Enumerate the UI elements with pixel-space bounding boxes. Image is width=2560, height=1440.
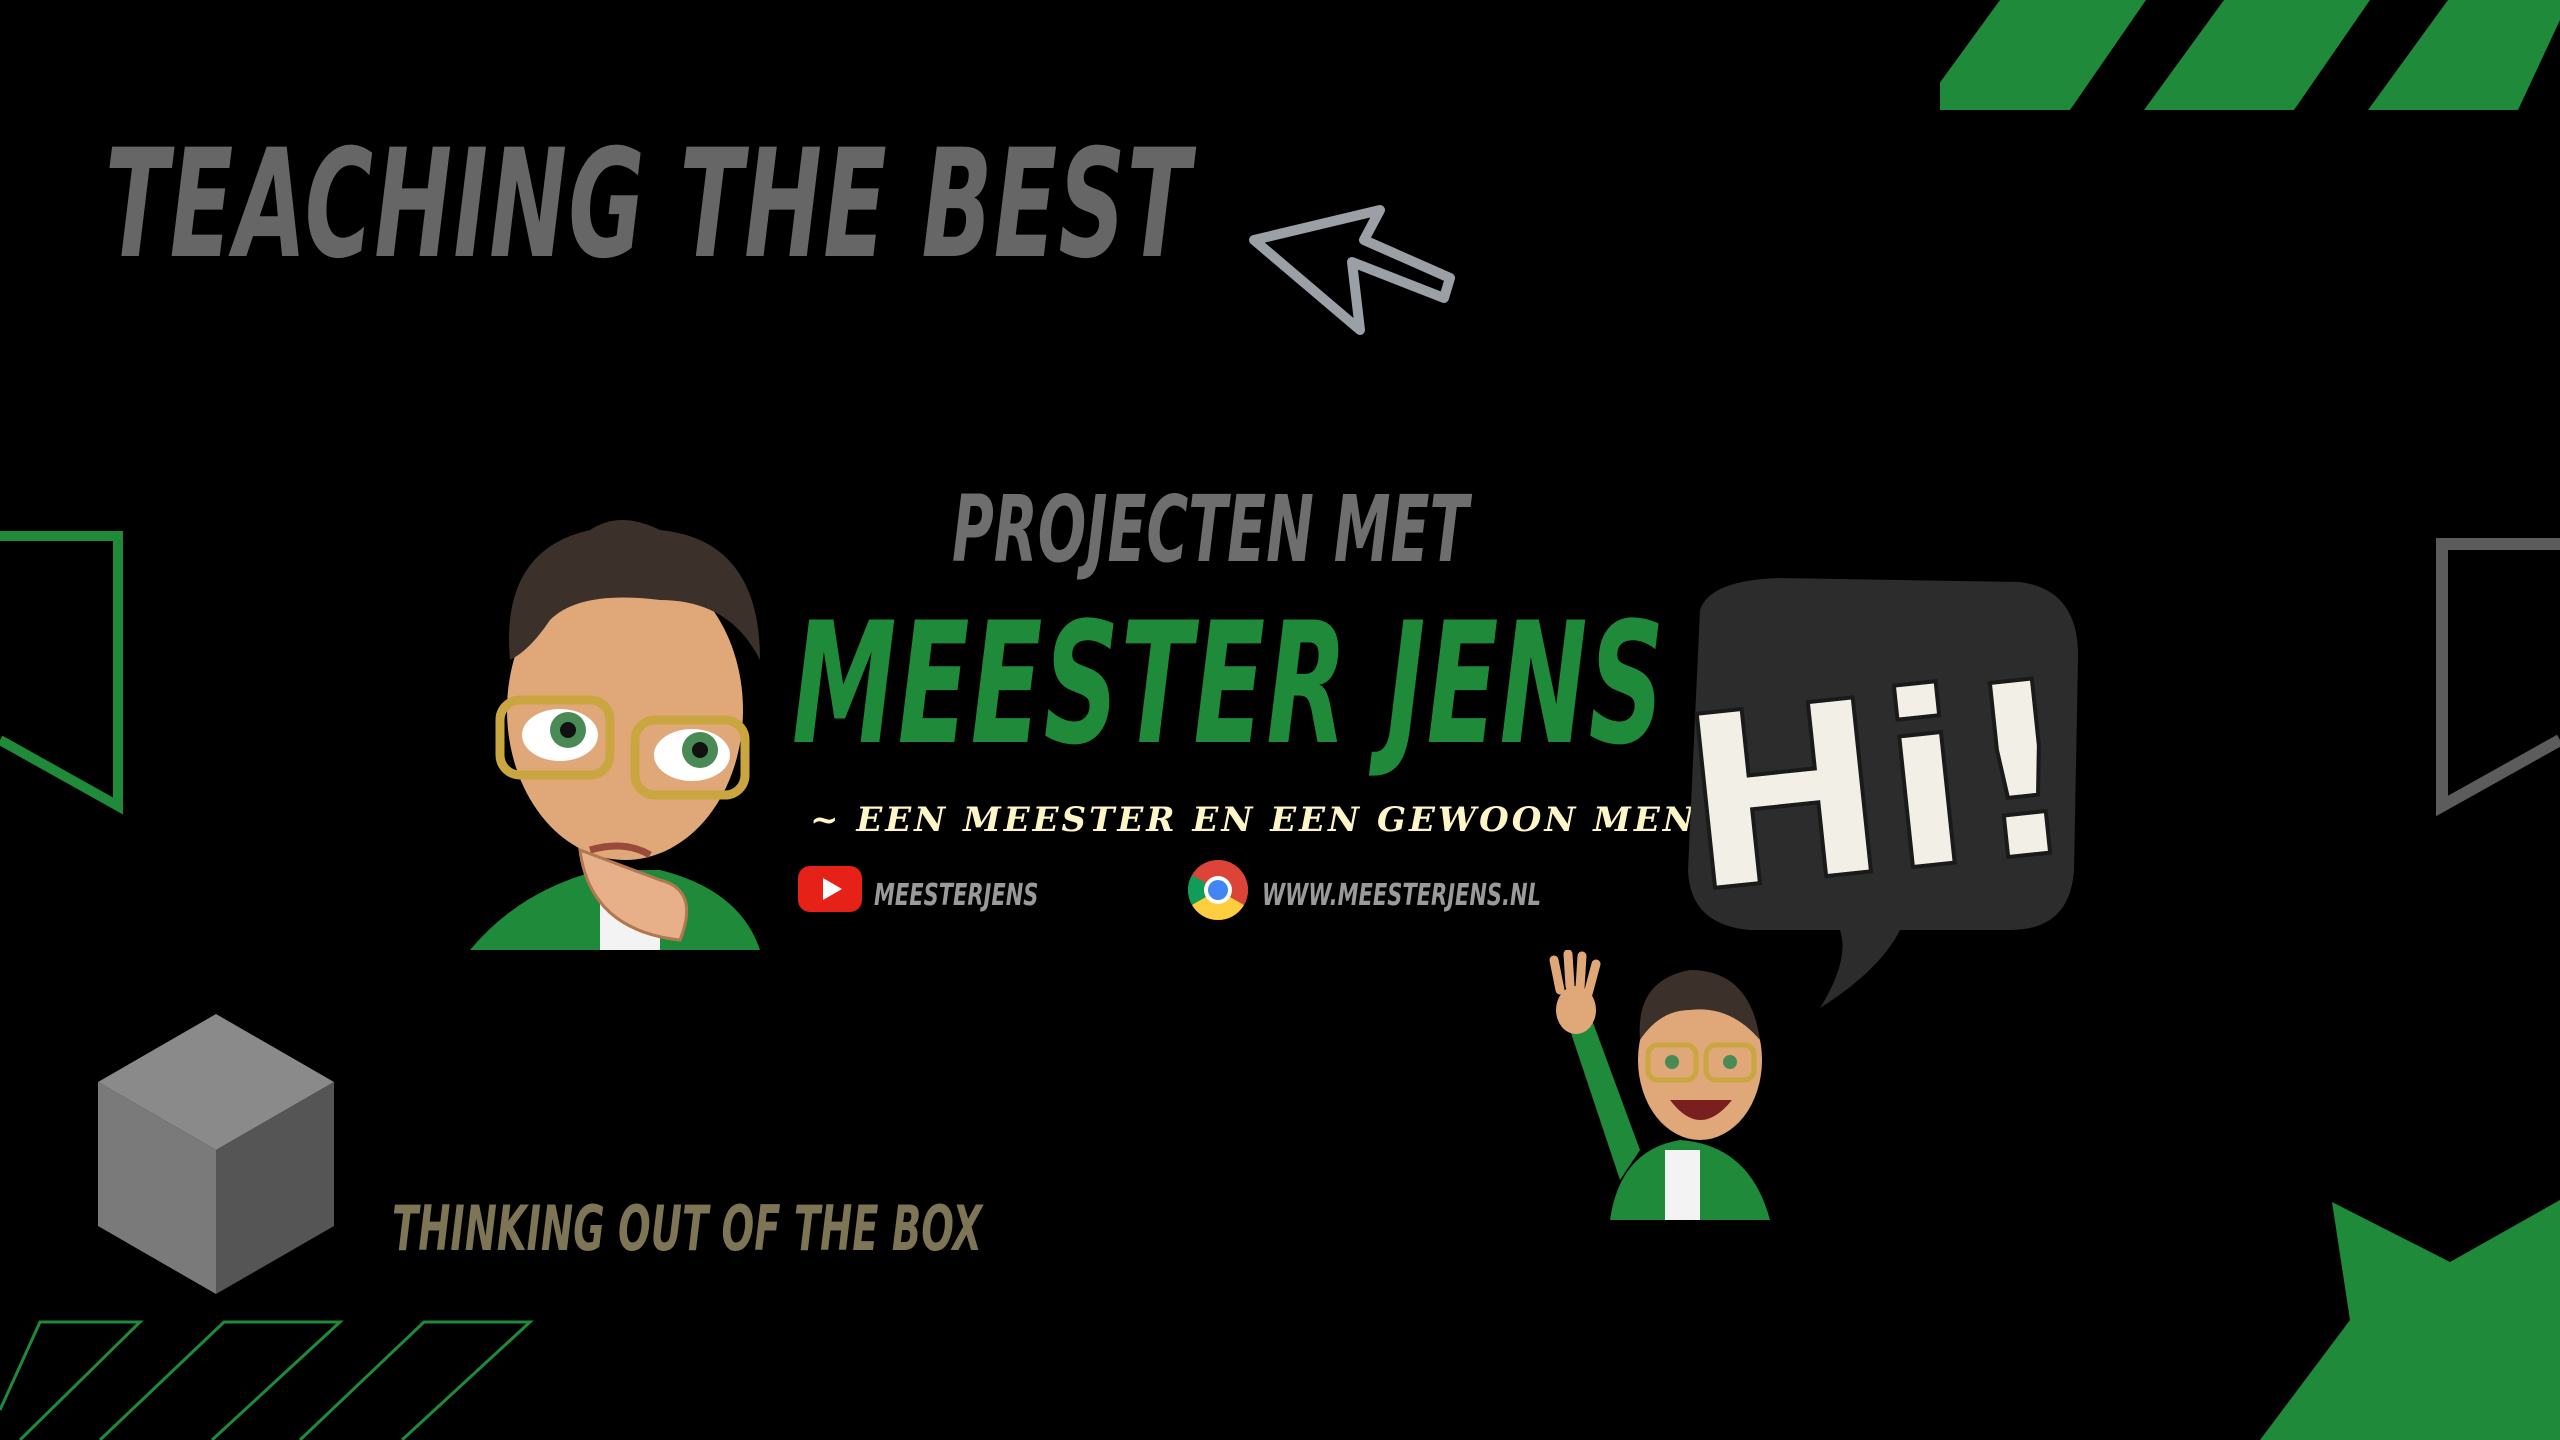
tagline-top: TEACHING THE BEST (105, 118, 1192, 292)
title-small: PROJECTEN MET (952, 476, 1469, 583)
gray-cube (98, 1014, 334, 1294)
right-gray-bracket (2436, 538, 2560, 817)
left-green-bracket (0, 531, 123, 815)
green-stripes-top-right (1940, 0, 2560, 110)
title-large: MEESTER JENS (792, 586, 1666, 782)
speech-bubble-text: Hi! (1670, 627, 2090, 947)
avatar-waving (1549, 950, 1770, 1220)
youtube-icon[interactable] (798, 866, 862, 912)
green-star-shape (2260, 1200, 2560, 1440)
tagline-bottom: THINKING OUT OF THE BOX (392, 1192, 983, 1265)
chrome-icon[interactable] (1186, 858, 1250, 922)
avatar-thinking (470, 520, 760, 950)
youtube-channel-link[interactable]: MEESTERJENS (874, 878, 1038, 913)
website-link[interactable]: WWW.MEESTERJENS.NL (1262, 878, 1541, 913)
subtitle: ~ EEN MEESTER EN EEN GEWOON MENS. (810, 800, 1739, 840)
cursor-arrow-icon (1249, 205, 1455, 335)
speech-bubble-hi: Hi! (1670, 578, 2090, 1008)
green-outline-stripes-bottom-left (0, 1320, 534, 1440)
